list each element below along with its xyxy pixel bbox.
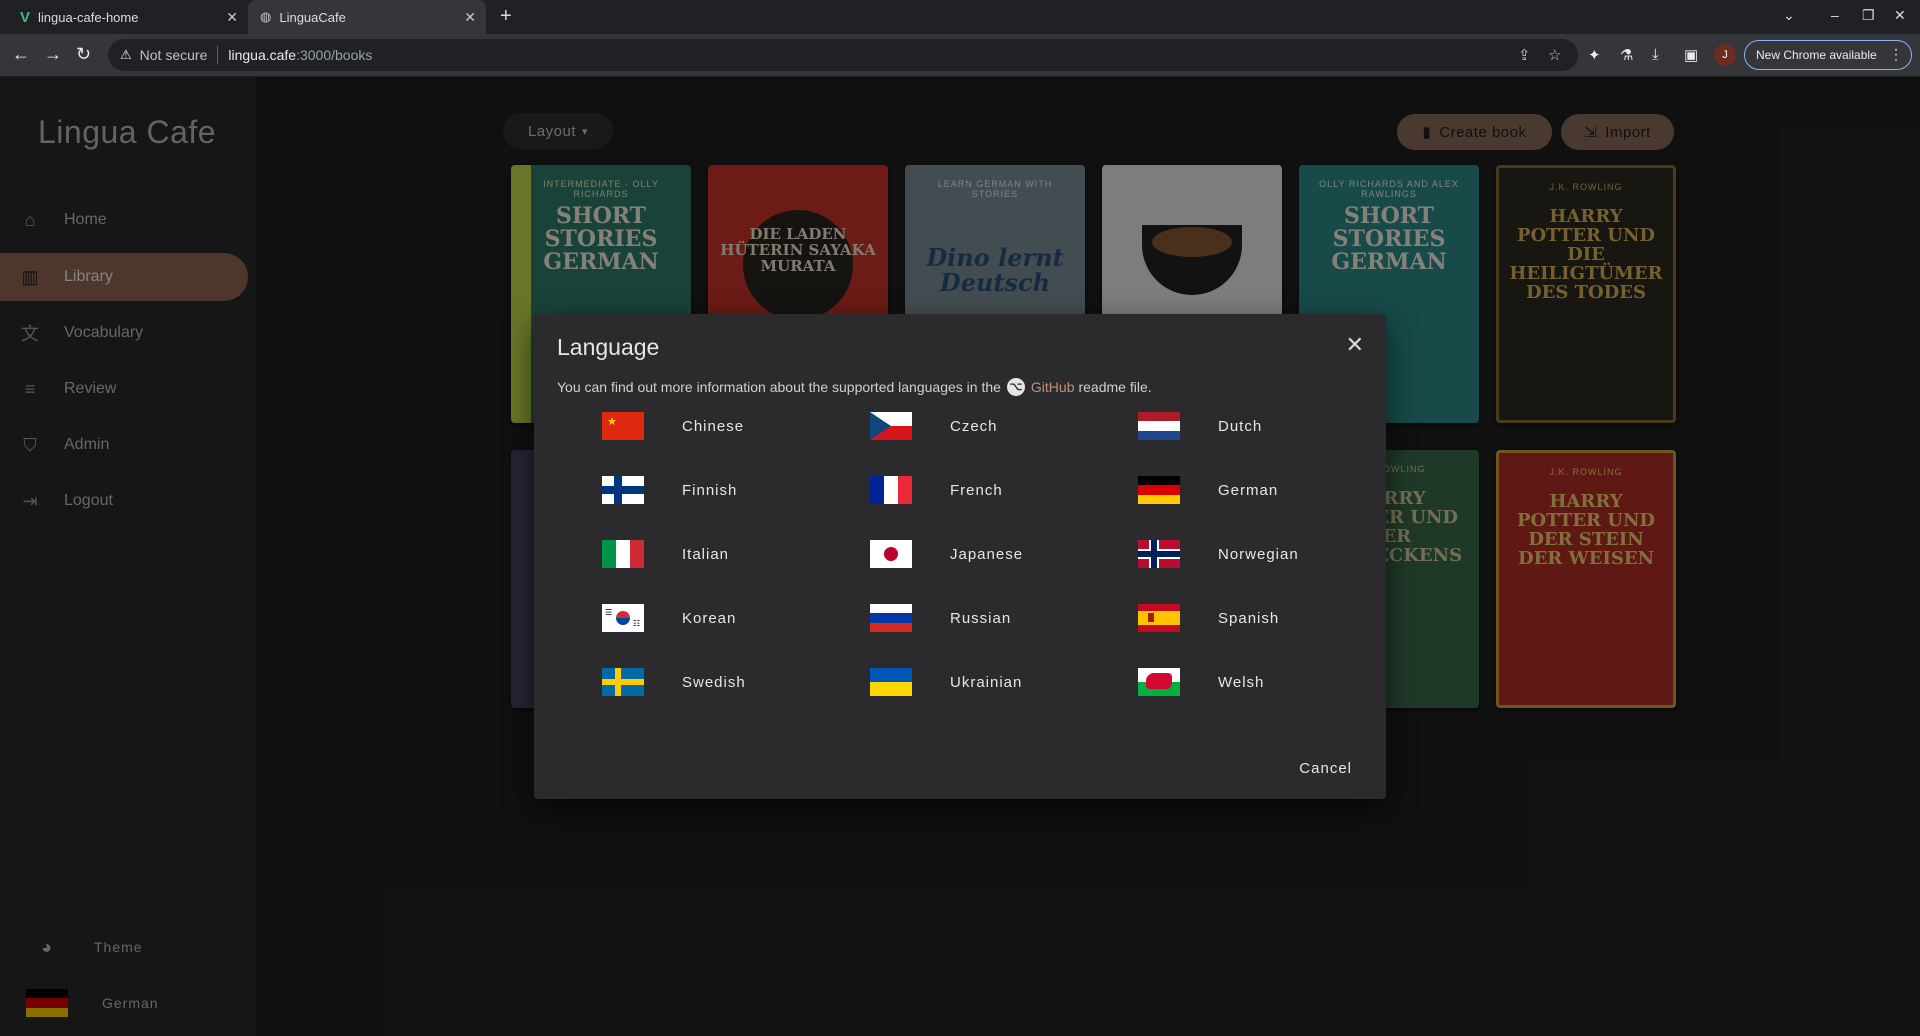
china-flag-icon: ★ [602, 412, 644, 440]
language-option-french[interactable]: French [870, 470, 1003, 510]
security-label: Not secure [139, 47, 208, 63]
dialog-info-text: You can find out more information about … [557, 378, 1152, 396]
close-icon[interactable]: ✕ [1346, 332, 1364, 358]
ukraine-flag-icon [870, 668, 912, 696]
cancel-button[interactable]: Cancel [1299, 754, 1352, 783]
language-label: Dutch [1218, 417, 1263, 435]
language-option-finnish[interactable]: Finnish [602, 470, 737, 510]
language-label: Welsh [1218, 673, 1265, 691]
language-label: Finnish [682, 481, 738, 499]
reload-icon[interactable]: ↻ [76, 44, 91, 65]
language-label: Korean [682, 609, 737, 627]
lab-flask-icon[interactable]: ⚗ [1620, 46, 1633, 64]
back-icon[interactable]: ← [12, 44, 30, 65]
japan-flag-icon [870, 540, 912, 568]
warning-icon: ⚠ [120, 47, 132, 62]
language-label: French [950, 481, 1003, 499]
czech-flag-icon [870, 412, 912, 440]
spain-flag-icon [1138, 604, 1180, 632]
side-panel-icon[interactable]: ▣ [1684, 46, 1698, 64]
italy-flag-icon [602, 540, 644, 568]
language-option-korean[interactable]: ☰ ☷ Korean [602, 598, 736, 638]
dialog-title: Language [557, 334, 660, 360]
language-option-swedish[interactable]: Swedish [602, 662, 746, 702]
download-icon[interactable]: ⤓ [1652, 46, 1659, 63]
vue-logo-icon: V [20, 8, 31, 26]
browser-tab-lingua-cafe-home[interactable]: V lingua-cafe-home ✕ [8, 0, 248, 34]
forward-icon[interactable]: → [44, 44, 62, 65]
info-text-before: You can find out more information about … [557, 379, 1001, 395]
language-label: Swedish [682, 673, 746, 691]
sweden-flag-icon [602, 668, 644, 696]
german-flag-icon [1138, 476, 1180, 504]
language-option-japanese[interactable]: Japanese [870, 534, 1023, 574]
language-label: Spanish [1218, 609, 1280, 627]
language-label: Ukrainian [950, 673, 1023, 691]
language-option-chinese[interactable]: ★ Chinese [602, 406, 744, 446]
netherlands-flag-icon [1138, 412, 1180, 440]
language-option-norwegian[interactable]: Norwegian [1138, 534, 1299, 574]
language-label: Italian [682, 545, 730, 563]
browser-toolbar: ← → ↻ ⚠ Not secure lingua.cafe:3000/book… [0, 34, 1920, 76]
tab-title: lingua-cafe-home [38, 9, 139, 25]
update-chrome-button[interactable]: New Chrome available ⋮ [1744, 40, 1912, 70]
app-root: Lingua Cafe ⌂ Home ▥ Library 文 Vocabular… [0, 77, 1920, 1036]
update-label: New Chrome available [1756, 48, 1877, 62]
language-label: Czech [950, 417, 998, 435]
divider [217, 46, 219, 64]
extensions-icon[interactable]: ✦ [1588, 46, 1601, 64]
language-option-italian[interactable]: Italian [602, 534, 729, 574]
bookmark-star-icon[interactable]: ☆ [1548, 46, 1561, 64]
restore-icon[interactable]: ❐ [1862, 7, 1875, 24]
language-option-welsh[interactable]: Welsh [1138, 662, 1264, 702]
language-option-russian[interactable]: Russian [870, 598, 1011, 638]
language-option-german[interactable]: German [1138, 470, 1278, 510]
language-dialog: Language ✕ You can find out more informa… [534, 314, 1386, 799]
browser-tab-bar: V lingua-cafe-home ✕ ◍ LinguaCafe ✕ + ⌄ … [0, 0, 1920, 34]
language-option-ukrainian[interactable]: Ukrainian [870, 662, 1022, 702]
language-label: Chinese [682, 417, 745, 435]
share-icon[interactable]: ⇪ [1518, 46, 1531, 64]
new-tab-button[interactable]: + [500, 5, 512, 28]
url-path: :3000/books [296, 47, 373, 63]
language-label: Japanese [950, 545, 1024, 563]
url-host: lingua.cafe [228, 47, 297, 63]
language-label: German [1218, 481, 1279, 499]
github-link[interactable]: GitHub [1031, 379, 1075, 395]
globe-icon: ◍ [260, 9, 272, 24]
tab-title: LinguaCafe [279, 9, 346, 25]
language-option-czech[interactable]: Czech [870, 406, 998, 446]
close-tab-icon[interactable]: ✕ [464, 9, 476, 26]
close-tab-icon[interactable]: ✕ [226, 9, 238, 26]
browser-tab-linguacafe[interactable]: ◍ LinguaCafe ✕ [248, 0, 486, 34]
language-option-dutch[interactable]: Dutch [1138, 406, 1262, 446]
more-menu-icon[interactable]: ⋮ [1889, 46, 1903, 63]
github-icon: ⌥ [1006, 378, 1025, 396]
wales-flag-icon [1138, 668, 1180, 696]
norway-flag-icon [1138, 540, 1180, 568]
language-option-spanish[interactable]: Spanish [1138, 598, 1279, 638]
russia-flag-icon [870, 604, 912, 632]
france-flag-icon [870, 476, 912, 504]
tab-search-icon[interactable]: ⌄ [1783, 7, 1795, 24]
address-bar[interactable]: ⚠ Not secure lingua.cafe:3000/books ⇪ ☆ [108, 39, 1578, 71]
south-korea-flag-icon: ☰ ☷ [602, 604, 644, 632]
profile-avatar[interactable]: J [1714, 44, 1736, 66]
minimize-icon[interactable]: – [1831, 7, 1839, 23]
info-text-after: readme file. [1078, 379, 1152, 395]
finland-flag-icon [602, 476, 644, 504]
language-label: Russian [950, 609, 1012, 627]
language-label: Norwegian [1218, 545, 1299, 563]
close-window-icon[interactable]: ✕ [1894, 7, 1906, 24]
